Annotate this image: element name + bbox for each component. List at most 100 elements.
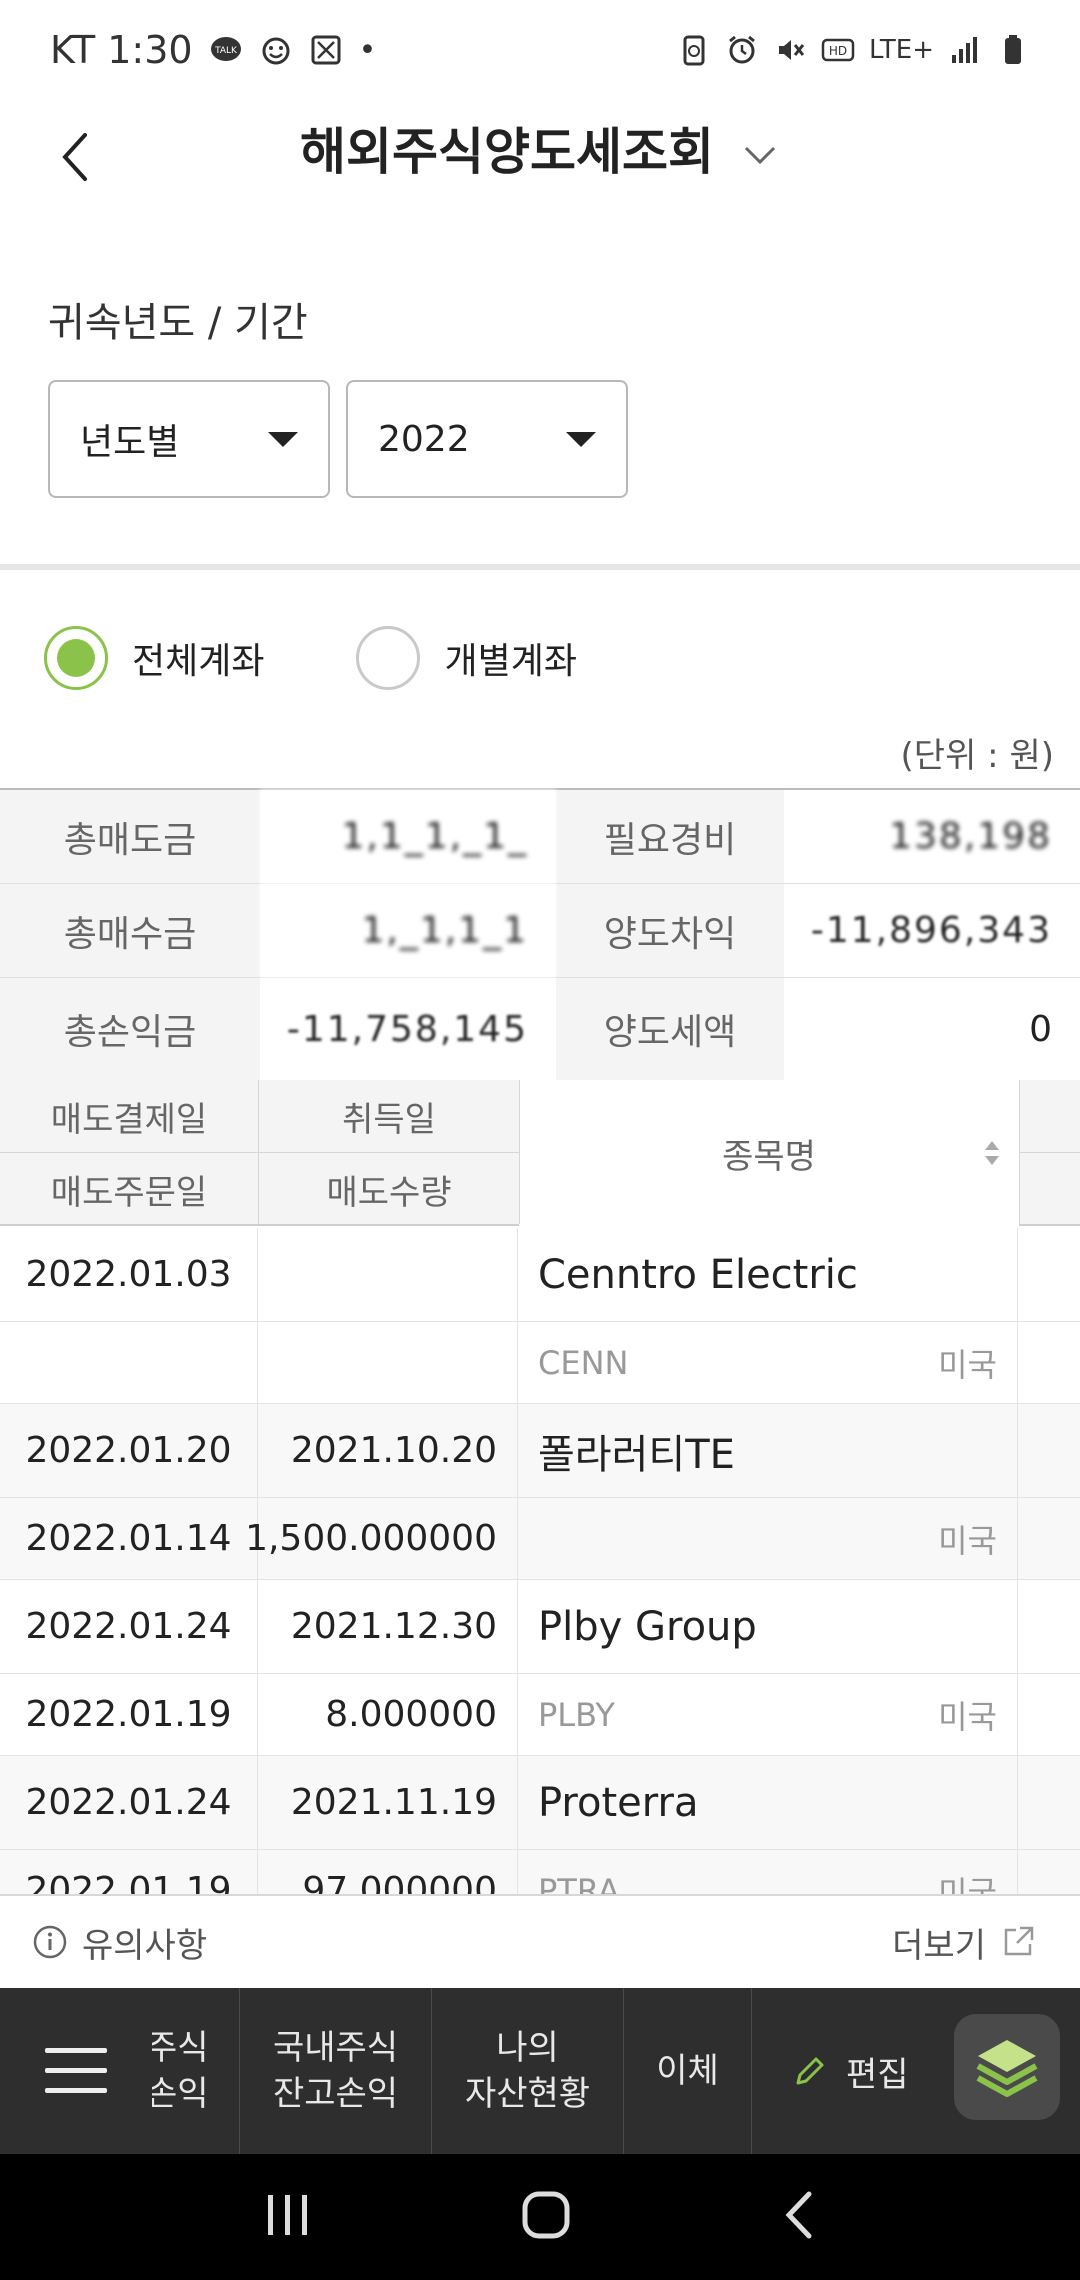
sell-settle-date: 2022.01.03 bbox=[0, 1228, 258, 1321]
menu-button[interactable] bbox=[0, 1988, 152, 2154]
tax-value: 0 bbox=[784, 978, 1080, 1080]
list-row[interactable]: 2022.01.03 Cenntro Electric bbox=[0, 1228, 1080, 1322]
recent-apps-button[interactable] bbox=[265, 2193, 311, 2241]
ticker: PTRA bbox=[538, 1871, 620, 1895]
pencil-icon bbox=[796, 2057, 824, 2085]
total-sell-label: 총매도금 bbox=[0, 790, 260, 883]
list-row-sub: CENN 미국 bbox=[0, 1322, 1080, 1404]
radio-label-individual: 개별계좌 bbox=[444, 641, 577, 682]
image-icon bbox=[311, 35, 341, 65]
radio-label-all: 전체계좌 bbox=[132, 641, 265, 682]
notification-dot: • bbox=[358, 32, 377, 68]
header-sell-settle-date: 매도결제일 bbox=[50, 1099, 208, 1140]
stock-name: Proterra bbox=[538, 1779, 699, 1826]
carrier-time: KT 1:30 bbox=[50, 28, 193, 72]
chevron-down-icon bbox=[740, 135, 780, 175]
notice-bar: 유의사항 더보기 bbox=[0, 1894, 1080, 1988]
system-back-button[interactable] bbox=[781, 2190, 815, 2244]
transfer-diff-value: -11,896,343 bbox=[784, 884, 1080, 977]
list-row[interactable]: 2022.01.24 2021.11.19 Proterra bbox=[0, 1756, 1080, 1850]
title-dropdown[interactable]: 해외주식양도세조회 bbox=[0, 112, 1080, 184]
list-header: 매도결제일 취득일 매도주문일 매도수량 종목명 bbox=[0, 1080, 1080, 1226]
more-button[interactable]: 더보기 bbox=[892, 1918, 1036, 1967]
unit-label: (단위 : 원) bbox=[900, 736, 1054, 776]
menu-item-my-assets[interactable]: 나의 자산현황 bbox=[432, 1988, 624, 2154]
signal-icon bbox=[952, 37, 977, 63]
sell-settle-date: 2022.01.24 bbox=[0, 1580, 258, 1673]
list-row[interactable]: 2022.01.20 2021.10.20 폴라러티TE bbox=[0, 1404, 1080, 1498]
mute-icon bbox=[779, 40, 805, 60]
summary-table: 총매도금 1,1_1,_1_ 필요경비 138,198 총매수금 1,_1,1_… bbox=[0, 788, 1080, 1082]
caret-down-icon bbox=[268, 431, 298, 447]
hd-icon: HD bbox=[821, 38, 855, 62]
layers-button[interactable] bbox=[954, 2014, 1060, 2120]
battery-icon bbox=[1005, 35, 1021, 64]
ticker: CENN bbox=[538, 1343, 629, 1382]
tax-label: 양도세액 bbox=[556, 978, 784, 1080]
header-sell-qty: 매도수량 bbox=[326, 1173, 452, 1213]
total-sell-value: 1,1_1,_1_ bbox=[260, 790, 556, 883]
bottom-menu: 주식 손익 국내주식 잔고손익 나의 자산현황 이체 편집 bbox=[0, 1988, 1080, 2154]
menu-item-stock-pl[interactable]: 주식 손익 bbox=[152, 1988, 240, 2154]
external-link-icon bbox=[1004, 1926, 1034, 1956]
notice-button[interactable]: 유의사항 bbox=[32, 1918, 207, 1967]
list-row-sub: 2022.01.19 97.000000 PTRA 미국 bbox=[0, 1850, 1080, 1894]
header-sell-order-date: 매도주문일 bbox=[50, 1173, 208, 1213]
sell-qty bbox=[258, 1322, 518, 1403]
sell-settle-date: 2022.01.24 bbox=[0, 1756, 258, 1849]
period-type-value: 년도별 bbox=[80, 422, 180, 463]
year-value: 2022 bbox=[378, 418, 470, 460]
radio-individual-account[interactable]: 개별계좌 bbox=[356, 626, 577, 690]
period-type-select[interactable]: 년도별 bbox=[48, 380, 330, 498]
talk-icon: TALK bbox=[210, 37, 241, 61]
required-cost-label: 필요경비 bbox=[556, 790, 784, 883]
list-row[interactable]: 2022.01.24 2021.12.30 Plby Group bbox=[0, 1580, 1080, 1674]
svg-text:HD: HD bbox=[829, 44, 847, 58]
transfer-diff-label: 양도차익 bbox=[556, 884, 784, 977]
year-select[interactable]: 2022 bbox=[346, 380, 628, 498]
page-title: 해외주식양도세조회 bbox=[300, 123, 714, 181]
sell-order-date bbox=[0, 1322, 258, 1403]
radio-checked-icon bbox=[44, 626, 108, 690]
emoji-icon bbox=[262, 37, 290, 65]
stock-name: 폴라러티TE bbox=[538, 1431, 735, 1478]
sell-qty: 8.000000 bbox=[258, 1674, 518, 1755]
stock-name: Plby Group bbox=[538, 1603, 757, 1650]
menu-item-domestic-balance[interactable]: 국내주식 잔고손익 bbox=[240, 1988, 432, 2154]
status-bar: KT 1:30 TALK • HD LTE+ bbox=[0, 0, 1080, 100]
menu-item-transfer[interactable]: 이체 bbox=[624, 1988, 752, 2154]
alarm-icon bbox=[729, 35, 755, 64]
header-stock-name: 종목명 bbox=[722, 1136, 816, 1177]
system-nav-bar bbox=[0, 2154, 1080, 2280]
total-pl-label: 총손익금 bbox=[0, 978, 260, 1080]
radio-unchecked-icon bbox=[356, 626, 421, 690]
edit-label: 편집 bbox=[846, 2054, 909, 2095]
country: 미국 bbox=[938, 1873, 997, 1895]
hamburger-icon bbox=[45, 2048, 107, 2093]
transfer-list[interactable]: 2022.01.03 Cenntro Electric CENN 미국 2022.… bbox=[0, 1228, 1080, 1894]
acquire-date: 2021.12.30 bbox=[258, 1580, 518, 1673]
header-stock-name-sort[interactable]: 종목명 bbox=[519, 1080, 1019, 1226]
more-label: 더보기 bbox=[892, 1925, 986, 1966]
acquire-date: 2021.10.20 bbox=[258, 1404, 518, 1497]
info-icon bbox=[33, 1925, 67, 1959]
sell-order-date: 2022.01.19 bbox=[0, 1850, 258, 1894]
network-type: LTE+ bbox=[869, 35, 934, 65]
edit-button[interactable]: 편집 bbox=[752, 1988, 949, 2154]
header: 해외주식양도세조회 bbox=[0, 100, 1080, 210]
country: 미국 bbox=[938, 1521, 997, 1560]
radio-all-accounts[interactable]: 전체계좌 bbox=[44, 626, 264, 690]
battery-saver-icon bbox=[683, 35, 705, 66]
total-pl-value: -11,758,145 bbox=[260, 978, 556, 1080]
home-button[interactable] bbox=[521, 2190, 571, 2244]
account-filter: 전체계좌 개별계좌 bbox=[44, 626, 669, 690]
notice-label: 유의사항 bbox=[82, 1925, 208, 1966]
header-acquire-date: 취득일 bbox=[342, 1099, 436, 1140]
acquire-date: 2021.11.19 bbox=[258, 1756, 518, 1849]
layers-icon bbox=[976, 2040, 1038, 2097]
caret-down-icon bbox=[566, 431, 596, 447]
required-cost-value: 138,198 bbox=[784, 790, 1080, 883]
total-buy-value: 1,_1,1_1 bbox=[260, 884, 556, 977]
country: 미국 bbox=[938, 1697, 997, 1736]
list-row-sub: 2022.01.14 1,500.000000 미국 bbox=[0, 1498, 1080, 1580]
